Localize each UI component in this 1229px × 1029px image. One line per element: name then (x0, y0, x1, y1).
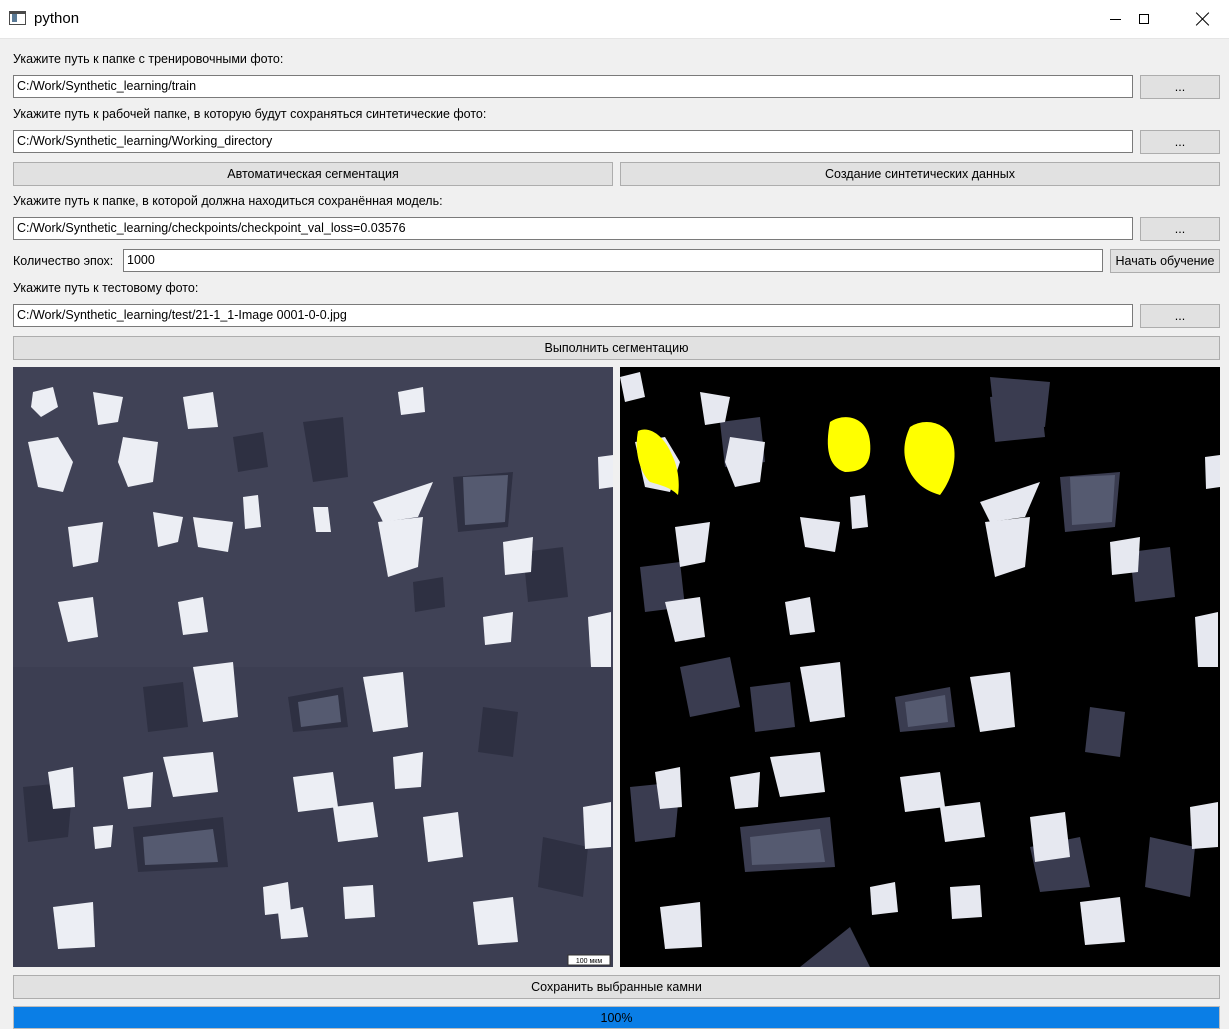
train-folder-input[interactable]: C:/Work/Synthetic_learning/train (13, 75, 1133, 98)
model-folder-input[interactable]: C:/Work/Synthetic_learning/checkpoints/c… (13, 217, 1133, 240)
window-title: python (34, 10, 80, 27)
model-browse-button[interactable]: ... (1140, 217, 1220, 241)
original-image-canvas: 100 мкм (13, 367, 613, 967)
scale-bar-label: 100 мкм (576, 958, 602, 965)
progress-bar: 100% (13, 1006, 1220, 1029)
workdir-browse-button[interactable]: ... (1140, 130, 1220, 154)
train-browse-button[interactable]: ... (1140, 75, 1220, 99)
close-icon (1196, 12, 1210, 26)
epochs-input[interactable]: 1000 (123, 249, 1103, 272)
model-folder-label: Укажите путь к папке, в которой должна н… (13, 194, 443, 208)
maximize-button[interactable] (1115, 0, 1173, 38)
test-photo-label: Укажите путь к тестовому фото: (13, 281, 199, 295)
close-button[interactable] (1174, 0, 1229, 38)
test-browse-button[interactable]: ... (1140, 304, 1220, 328)
create-synthetic-button[interactable]: Создание синтетических данных (620, 162, 1220, 186)
workdir-label: Укажите путь к рабочей папке, в которую … (13, 107, 487, 121)
save-stones-button[interactable]: Сохранить выбранные камни (13, 975, 1220, 999)
maximize-icon (1139, 14, 1149, 24)
epochs-label: Количество эпох: (13, 254, 114, 268)
title-bar: python (0, 0, 1229, 39)
segmentation-result-canvas (620, 367, 1220, 967)
app-window-icon (9, 11, 26, 25)
auto-segmentation-button[interactable]: Автоматическая сегментация (13, 162, 613, 186)
start-training-button[interactable]: Начать обучение (1110, 249, 1220, 273)
test-photo-input[interactable]: C:/Work/Synthetic_learning/test/21-1_1-I… (13, 304, 1133, 327)
train-folder-label: Укажите путь к папке с тренировочными фо… (13, 52, 284, 66)
segmentation-result-image (620, 367, 1220, 967)
workdir-input[interactable]: C:/Work/Synthetic_learning/Working_direc… (13, 130, 1133, 153)
progress-text: 100% (600, 1010, 633, 1025)
run-segmentation-button[interactable]: Выполнить сегментацию (13, 336, 1220, 360)
original-image: 100 мкм (13, 367, 613, 967)
